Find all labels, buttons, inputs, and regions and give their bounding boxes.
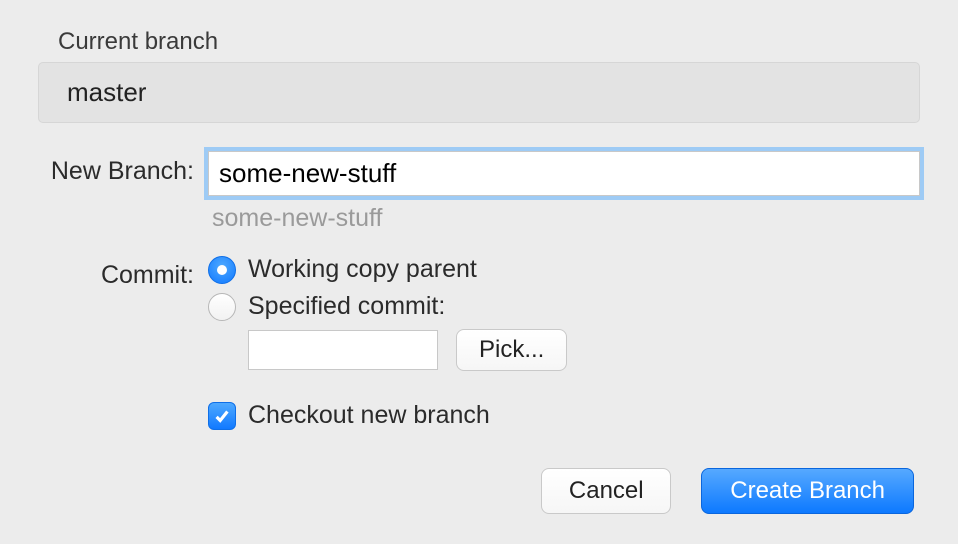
- commit-field-col: Working copy parent Specified commit: Pi…: [208, 255, 920, 430]
- current-branch-label: Current branch: [58, 28, 920, 56]
- radio-working-copy-parent[interactable]: [208, 256, 236, 284]
- create-branch-dialog: Current branch master New Branch: some-n…: [0, 0, 958, 544]
- cancel-button[interactable]: Cancel: [541, 468, 671, 514]
- new-branch-field-col: some-new-stuff: [208, 151, 920, 233]
- checkout-checkbox-line: Checkout new branch: [208, 401, 920, 430]
- commit-label: Commit:: [38, 255, 208, 290]
- new-branch-input[interactable]: [208, 151, 920, 196]
- new-branch-label: New Branch:: [38, 151, 208, 186]
- current-branch-value: master: [38, 62, 920, 123]
- pick-commit-button[interactable]: Pick...: [456, 329, 567, 371]
- radio-working-copy-parent-line: Working copy parent: [208, 255, 920, 284]
- radio-specified-commit-label: Specified commit:: [248, 292, 445, 321]
- checkout-checkbox[interactable]: [208, 402, 236, 430]
- new-branch-row: New Branch: some-new-stuff: [38, 151, 920, 233]
- radio-working-copy-parent-label: Working copy parent: [248, 255, 477, 284]
- specified-commit-row: Pick...: [248, 329, 920, 371]
- specified-commit-input[interactable]: [248, 330, 438, 370]
- create-branch-button[interactable]: Create Branch: [701, 468, 914, 514]
- dialog-buttons: Cancel Create Branch: [38, 468, 920, 514]
- new-branch-slug: some-new-stuff: [212, 204, 920, 233]
- commit-row: Commit: Working copy parent Specified co…: [38, 255, 920, 430]
- checkmark-icon: [213, 407, 231, 425]
- radio-specified-commit-line: Specified commit:: [208, 292, 920, 321]
- radio-specified-commit[interactable]: [208, 293, 236, 321]
- checkout-checkbox-label: Checkout new branch: [248, 401, 490, 430]
